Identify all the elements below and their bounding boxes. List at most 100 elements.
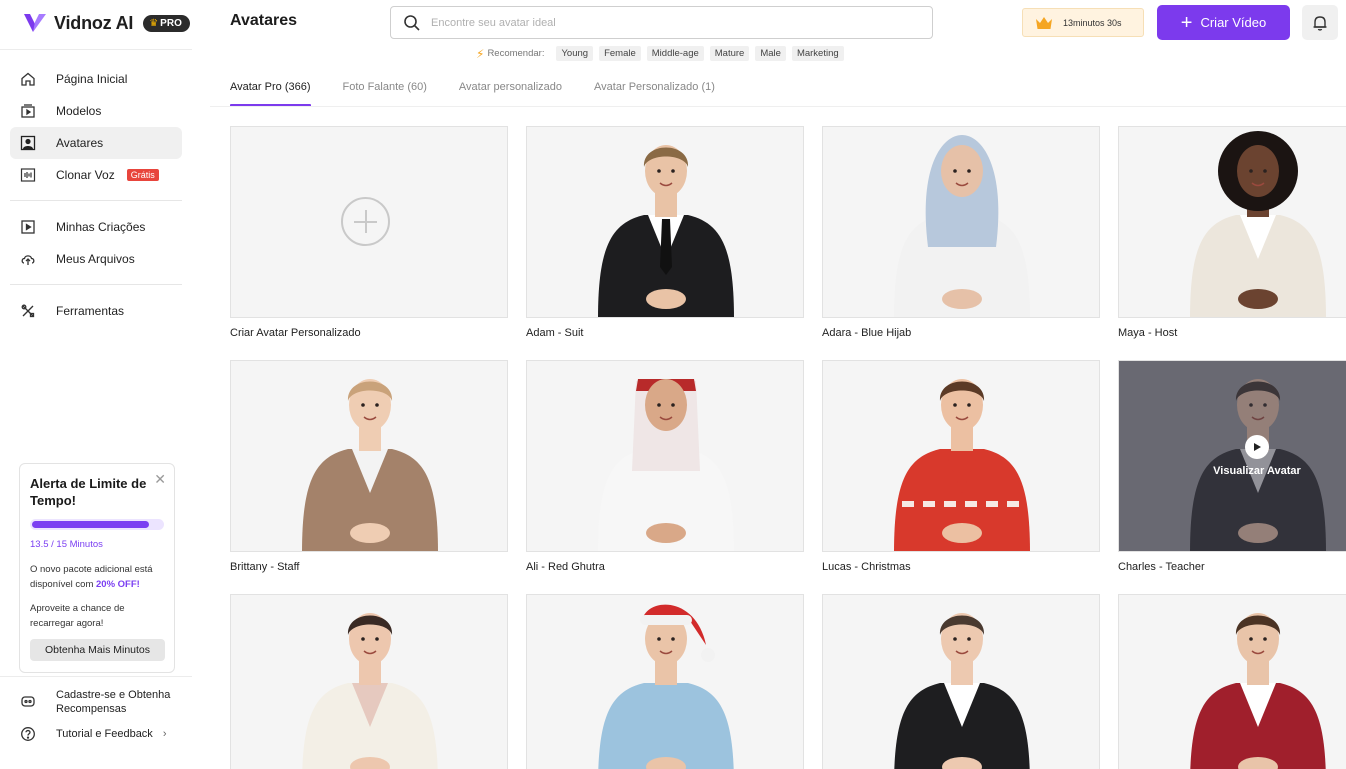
- sidebar-divider: [0, 49, 192, 50]
- bottom-nav: Cadastre-se e Obtenha Recompensas Tutori…: [10, 688, 182, 742]
- sidebar-item-label: Meus Arquivos: [56, 252, 135, 266]
- alert-title: Alerta de Limite de Tempo!: [30, 476, 147, 508]
- sidebar-item-templates[interactable]: Modelos: [10, 95, 182, 127]
- remaining-time-badge[interactable]: 13minutos 30s: [1022, 8, 1144, 37]
- sidebar-item-label: Página Inicial: [56, 72, 128, 86]
- tag-female[interactable]: Female: [599, 46, 641, 61]
- avatar-card[interactable]: [230, 594, 508, 769]
- avatar-card[interactable]: Visualizar Avatar Charles - Teacher: [1118, 360, 1346, 573]
- tab-custom-avatar[interactable]: Avatar personalizado: [459, 81, 562, 107]
- avatar-card[interactable]: Maya - Host: [1118, 126, 1346, 339]
- close-icon[interactable]: ✕: [154, 471, 166, 488]
- avatar-card[interactable]: Brittany - Staff: [230, 360, 508, 573]
- avatar-thumbnail[interactable]: [526, 126, 804, 318]
- sidebar-item-tools[interactable]: Ferramentas: [10, 295, 182, 327]
- sidebar-item-label: Avatares: [56, 136, 104, 150]
- avatar-thumbnail[interactable]: [822, 126, 1100, 318]
- play-box-icon: [20, 219, 36, 235]
- avatar-thumbnail[interactable]: [1118, 126, 1346, 318]
- sidebar-item-label: Modelos: [56, 104, 102, 118]
- sidebar-item-voice-clone[interactable]: Clonar Voz Grátis: [10, 159, 182, 191]
- sidebar-item-my-files[interactable]: Meus Arquivos: [10, 243, 182, 275]
- avatar-thumbnail[interactable]: [526, 594, 804, 769]
- tab-talking-photo[interactable]: Foto Falante (60): [343, 81, 427, 107]
- preview-overlay[interactable]: Visualizar Avatar: [1119, 361, 1346, 551]
- play-icon[interactable]: [1245, 435, 1269, 459]
- voice-icon: [20, 167, 36, 183]
- bell-icon: [1313, 15, 1327, 31]
- create-video-label: Criar Vídeo: [1200, 15, 1267, 30]
- free-badge: Grátis: [126, 169, 159, 181]
- crown-icon: ♛: [149, 17, 159, 29]
- recommend-label: Recomendar:: [487, 48, 545, 59]
- avatar-thumbnail[interactable]: [1118, 594, 1346, 769]
- avatar-card[interactable]: [822, 594, 1100, 769]
- sidebar-item-label: Ferramentas: [56, 304, 125, 318]
- avatar-card[interactable]: [1118, 594, 1346, 769]
- chevron-right-icon: ›: [162, 728, 167, 740]
- tag-middle-age[interactable]: Middle-age: [646, 46, 704, 61]
- avatar-card[interactable]: Adara - Blue Hijab: [822, 126, 1100, 339]
- gift-icon: [20, 693, 36, 709]
- avatar-name: Lucas - Christmas: [822, 561, 911, 573]
- tab-avatar-pro[interactable]: Avatar Pro (366): [230, 81, 311, 107]
- search-bar[interactable]: [390, 6, 933, 39]
- preview-avatar-label: Visualizar Avatar: [1213, 465, 1301, 477]
- sidebar-item-label: Clonar Voz: [56, 168, 115, 182]
- avatar-thumbnail[interactable]: [230, 594, 508, 769]
- search-input[interactable]: [431, 16, 911, 29]
- avatar-tabs: Avatar Pro (366) Foto Falante (60) Avata…: [230, 81, 747, 107]
- help-icon: [20, 726, 36, 742]
- plus-icon: +: [1180, 11, 1193, 34]
- avatar-card[interactable]: Ali - Red Ghutra: [526, 360, 804, 573]
- tag-male[interactable]: Male: [755, 46, 786, 61]
- avatar-thumbnail[interactable]: [822, 594, 1100, 769]
- avatar-thumbnail[interactable]: [230, 360, 508, 552]
- recommend-tags: ⚡ Recomendar: Young Female Middle-age Ma…: [476, 46, 844, 61]
- sidebar: Vidnoz AI ♛ PRO Página Inicial Modelos A…: [0, 0, 192, 769]
- rewards-link[interactable]: Cadastre-se e Obtenha Recompensas: [10, 688, 182, 722]
- alert-offer-text: O novo pacote adicional está disponível …: [30, 564, 153, 590]
- avatar-figure: [1190, 613, 1326, 769]
- usage-text: 13.5 / 15 Minutos: [30, 539, 103, 550]
- vidnoz-logo-icon: [24, 14, 46, 32]
- notifications-button[interactable]: [1302, 5, 1338, 40]
- brand-name: Vidnoz AI: [54, 12, 134, 33]
- avatar-card[interactable]: Adam - Suit: [526, 126, 804, 339]
- sidebar-item-label: Minhas Criações: [56, 220, 146, 234]
- sidebar-item-my-creations[interactable]: Minhas Criações: [10, 211, 182, 243]
- avatar-icon: [20, 135, 36, 151]
- main-nav: Página Inicial Modelos Avatares Clonar V…: [10, 63, 182, 327]
- avatar-card[interactable]: Lucas - Christmas: [822, 360, 1100, 573]
- avatar-thumbnail[interactable]: [526, 360, 804, 552]
- avatar-figure: [894, 135, 1030, 317]
- sidebar-divider: [10, 284, 182, 285]
- sidebar-item-avatars[interactable]: Avatares: [10, 127, 182, 159]
- create-avatar-thumb[interactable]: [230, 126, 508, 318]
- brand-logo[interactable]: Vidnoz AI ♛ PRO: [22, 10, 190, 36]
- tutorial-label: Tutorial e Feedback: [56, 728, 153, 740]
- time-limit-alert: Alerta de Limite de Tempo! ✕ 13.5 / 15 M…: [19, 463, 175, 673]
- avatar-thumbnail[interactable]: [822, 360, 1100, 552]
- sidebar-item-home[interactable]: Página Inicial: [10, 63, 182, 95]
- avatar-thumbnail[interactable]: Visualizar Avatar: [1118, 360, 1346, 552]
- get-more-minutes-button[interactable]: Obtenha Mais Minutos: [30, 639, 165, 661]
- crown-icon: [1036, 16, 1052, 29]
- avatar-figure: [894, 613, 1030, 769]
- tab-my-custom-avatar[interactable]: Avatar Personalizado (1): [594, 81, 715, 107]
- avatar-figure: [302, 379, 438, 551]
- page-title: Avatares: [230, 12, 298, 29]
- lightning-icon: ⚡: [476, 46, 485, 61]
- avatar-name: Charles - Teacher: [1118, 561, 1205, 573]
- avatar-figure: [302, 613, 438, 769]
- avatar-name: Ali - Red Ghutra: [526, 561, 605, 573]
- usage-progress-bar: [30, 519, 164, 530]
- tutorial-feedback-link[interactable]: Tutorial e Feedback ›: [10, 726, 182, 742]
- tag-mature[interactable]: Mature: [709, 46, 750, 61]
- create-avatar-card[interactable]: Criar Avatar Personalizado: [230, 126, 508, 339]
- avatar-card[interactable]: [526, 594, 804, 769]
- tag-marketing[interactable]: Marketing: [791, 46, 844, 61]
- tag-young[interactable]: Young: [556, 46, 594, 61]
- create-video-button[interactable]: + Criar Vídeo: [1157, 5, 1290, 40]
- avatar-name: Adam - Suit: [526, 327, 584, 339]
